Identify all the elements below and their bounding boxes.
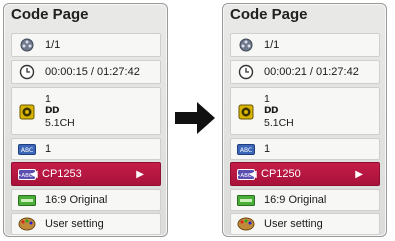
code-page-row[interactable]: •ABC• ◀ CP1253 ▶ [11,162,161,186]
abc-subtitle-icon: ABC [236,142,256,156]
right-arrow-icon[interactable]: ▶ [136,169,144,180]
clock-icon [17,64,37,80]
audio-channels: 5.1CH [45,117,75,129]
panel-title: Code Page [230,6,308,23]
title-row[interactable]: 1/1 [230,33,380,57]
code-page-value: CP1253 [42,168,82,180]
user-setting-row[interactable]: User setting [230,213,380,235]
audio-codec: DD [264,106,278,116]
user-setting-row[interactable]: User setting [11,213,161,235]
abc-subtitle-icon: ABC [17,142,37,156]
audio-number: 1 [45,93,51,105]
user-setting-label: User setting [264,218,323,230]
panel-title: Code Page [11,6,89,23]
speaker-icon [17,104,37,120]
left-arrow-icon[interactable]: ◀ [30,169,38,180]
clock-icon [236,64,256,80]
aspect-row[interactable]: 16:9 Original [230,189,380,211]
right-arrow-icon [175,102,215,134]
audio-row[interactable]: 1 DD 5.1CH [11,87,161,135]
playback-time: 00:00:15 / 01:27:42 [45,66,140,78]
title-row[interactable]: 1/1 [11,33,161,57]
audio-channels: 5.1CH [264,117,294,129]
subtitle-row[interactable]: ABC 1 [11,138,161,160]
film-reel-icon [236,38,256,52]
speaker-icon [236,104,256,120]
svg-text:ABC: ABC [240,147,252,154]
code-page-panel-after: Code Page 1/1 00:00:21 / 01:27:42 1 DD 5… [222,3,387,237]
right-arrow-icon[interactable]: ▶ [355,169,363,180]
aspect-value: 16:9 Original [45,194,108,206]
subtitle-number: 1 [264,143,271,155]
aspect-ratio-icon [17,193,37,207]
left-arrow-icon[interactable]: ◀ [249,169,257,180]
palette-icon [236,217,256,231]
audio-row[interactable]: 1 DD 5.1CH [230,87,380,135]
title-number: 1/1 [45,39,61,51]
subtitle-row[interactable]: ABC 1 [230,138,380,160]
svg-text:ABC: ABC [21,147,33,154]
film-reel-icon [17,38,37,52]
user-setting-label: User setting [45,218,104,230]
title-number: 1/1 [264,39,280,51]
subtitle-number: 1 [45,143,52,155]
time-row[interactable]: 00:00:15 / 01:27:42 [11,60,161,84]
audio-number: 1 [264,93,270,105]
palette-icon [17,217,37,231]
aspect-value: 16:9 Original [264,194,327,206]
aspect-ratio-icon [236,193,256,207]
time-row[interactable]: 00:00:21 / 01:27:42 [230,60,380,84]
playback-time: 00:00:21 / 01:27:42 [264,66,359,78]
code-page-panel-before: Code Page 1/1 00:00:15 / 01:27:42 1 DD 5… [3,3,168,237]
aspect-row[interactable]: 16:9 Original [11,189,161,211]
code-page-row[interactable]: •ABC• ◀ CP1250 ▶ [230,162,380,186]
code-page-value: CP1250 [261,168,301,180]
audio-codec: DD [45,106,59,116]
